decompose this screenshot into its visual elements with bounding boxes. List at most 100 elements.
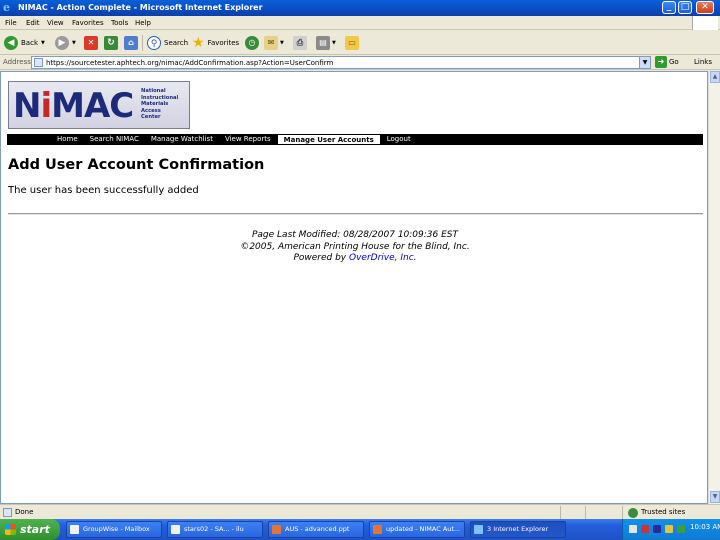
taskbar-button-groupwise[interactable]: GroupWise - Mailbox [66, 521, 162, 538]
star-icon: ★ [192, 35, 205, 51]
status-text: Done [15, 508, 34, 516]
stop-button[interactable]: ✕ [84, 34, 98, 52]
taskbar-button-stars[interactable]: stars02 - SA... - ilu [167, 521, 263, 538]
taskbar-button-powerpoint[interactable]: AUS - advanced.ppt [268, 521, 364, 538]
menu-help[interactable]: Help [135, 18, 151, 28]
logo-caption: National Instructional Materials Access … [141, 88, 189, 121]
window-title: NIMAC - Action Complete - Microsoft Inte… [18, 3, 263, 12]
maximize-button[interactable]: □ [678, 1, 692, 14]
print-button[interactable]: ⎙ [293, 34, 307, 52]
task-label: AUS - advanced.ppt [285, 525, 350, 533]
taskbar-button-internet-explorer[interactable]: 3 Internet Explorer [470, 521, 566, 538]
chevron-down-icon[interactable]: ▼ [639, 57, 650, 68]
chevron-down-icon: ▼ [280, 40, 284, 46]
powered-by: Powered by OverDrive, Inc. [1, 253, 709, 265]
last-modified: Page Last Modified: 08/28/2007 10:09:36 … [251, 230, 458, 240]
folder-button[interactable]: ▭ [345, 34, 359, 52]
toolbar: ◀ Back ▼ ▶ ▼ ✕ ↻ ⌂ ⚲ Search ★ Favorites … [0, 31, 720, 55]
minimize-button[interactable]: _ [662, 1, 676, 14]
menu-favorites[interactable]: Favorites [72, 18, 104, 28]
taskbar-button-updated[interactable]: updated - NIMAC Aut... [369, 521, 465, 538]
nav-search-nimac[interactable]: Search NIMAC [84, 134, 145, 145]
page-icon [34, 58, 43, 67]
chevron-down-icon: ▼ [41, 40, 45, 46]
windows-flag-icon [692, 16, 718, 30]
clock[interactable]: 10:03 AM [690, 523, 720, 531]
nav-logout[interactable]: Logout [381, 134, 417, 145]
internet-explorer-icon: e [3, 1, 10, 14]
folder-icon: ▭ [345, 36, 359, 50]
forward-button[interactable]: ▶ ▼ [55, 34, 76, 52]
go-arrow-icon[interactable]: ➜ [655, 56, 667, 68]
favorites-button[interactable]: ★ Favorites [192, 34, 239, 52]
back-arrow-icon: ◀ [4, 36, 18, 50]
logo-caption-line: Access [141, 107, 161, 114]
refresh-button[interactable]: ↻ [104, 34, 118, 52]
nimac-logo[interactable]: NiMAC National Instructional Materials A… [8, 81, 190, 129]
task-label: updated - NIMAC Aut... [386, 525, 461, 533]
menu-bar: File Edit View Favorites Tools Help [0, 16, 720, 30]
menu-view[interactable]: View [47, 18, 64, 28]
home-button[interactable]: ⌂ [124, 34, 138, 52]
task-label: GroupWise - Mailbox [83, 525, 150, 533]
status-divider [560, 506, 561, 519]
task-label: 3 Internet Explorer [487, 525, 549, 533]
tray-app-icon[interactable] [641, 525, 649, 533]
windows-flag-icon [5, 524, 16, 535]
links-button[interactable]: Links [694, 58, 712, 66]
logo-wordmark: NiMAC [13, 86, 134, 126]
copyright: ©2005, American Printing House for the B… [240, 241, 470, 252]
address-label: Address [3, 58, 31, 66]
start-button[interactable]: start [0, 519, 60, 540]
trusted-sites-icon [628, 508, 638, 518]
scroll-down-icon[interactable]: ▼ [710, 491, 720, 503]
nav-manage-user-accounts[interactable]: Manage User Accounts [276, 134, 381, 145]
logo-caption-line: Materials [141, 101, 169, 108]
nav-view-reports[interactable]: View Reports [219, 134, 277, 145]
refresh-icon: ↻ [104, 36, 118, 50]
logo-caption-line: Center [141, 114, 161, 121]
menu-tools[interactable]: Tools [111, 18, 128, 28]
mail-button[interactable]: ✉ ▼ [264, 34, 284, 52]
overdrive-link[interactable]: OverDrive, Inc. [349, 253, 417, 263]
title-bar[interactable]: e NIMAC - Action Complete - Microsoft In… [0, 0, 720, 16]
address-input[interactable]: https://sourcetester.aphtech.org/nimac/A… [31, 56, 651, 69]
status-divider [585, 506, 586, 519]
system-tray: 10:03 AM [622, 519, 720, 540]
page-title: Add User Account Confirmation [8, 157, 265, 173]
back-button[interactable]: ◀ Back ▼ [4, 34, 45, 52]
menu-edit[interactable]: Edit [26, 18, 40, 28]
history-icon: ◷ [245, 36, 259, 50]
edit-page-icon: ▤ [316, 36, 330, 50]
nav-manage-watchlist[interactable]: Manage Watchlist [145, 134, 219, 145]
security-zone: Trusted sites [641, 508, 686, 516]
stop-icon: ✕ [84, 36, 98, 50]
mail-icon: ✉ [264, 36, 278, 50]
close-button[interactable]: ✕ [696, 1, 714, 14]
address-url[interactable]: https://sourcetester.aphtech.org/nimac/A… [46, 58, 333, 68]
edit-button[interactable]: ▤ ▼ [316, 34, 336, 52]
address-bar: Address https://sourcetester.aphtech.org… [0, 55, 720, 70]
scroll-up-icon[interactable]: ▲ [710, 71, 720, 83]
history-button[interactable]: ◷ [245, 34, 259, 52]
home-icon: ⌂ [124, 36, 138, 50]
go-button[interactable]: Go [669, 58, 679, 66]
status-bar: Done Trusted sites [0, 504, 720, 519]
forward-arrow-icon: ▶ [55, 36, 69, 50]
main-nav: Home Search NIMAC Manage Watchlist View … [7, 134, 703, 145]
powerpoint-icon [373, 525, 382, 534]
vertical-scrollbar[interactable]: ▲ ▼ [708, 71, 720, 504]
menu-file[interactable]: File [5, 18, 17, 28]
chevron-down-icon: ▼ [72, 40, 76, 46]
internet-explorer-icon [474, 525, 483, 534]
nav-home[interactable]: Home [51, 134, 84, 145]
search-button[interactable]: ⚲ Search [147, 34, 188, 52]
tray-app-icon[interactable] [677, 525, 685, 533]
search-icon: ⚲ [147, 36, 161, 50]
page-content: NiMAC National Instructional Materials A… [0, 71, 708, 504]
powerpoint-icon [272, 525, 281, 534]
tray-app-icon[interactable] [653, 525, 661, 533]
tray-chevron-icon[interactable] [629, 525, 637, 533]
tray-app-icon[interactable] [665, 525, 673, 533]
status-divider [622, 506, 623, 519]
